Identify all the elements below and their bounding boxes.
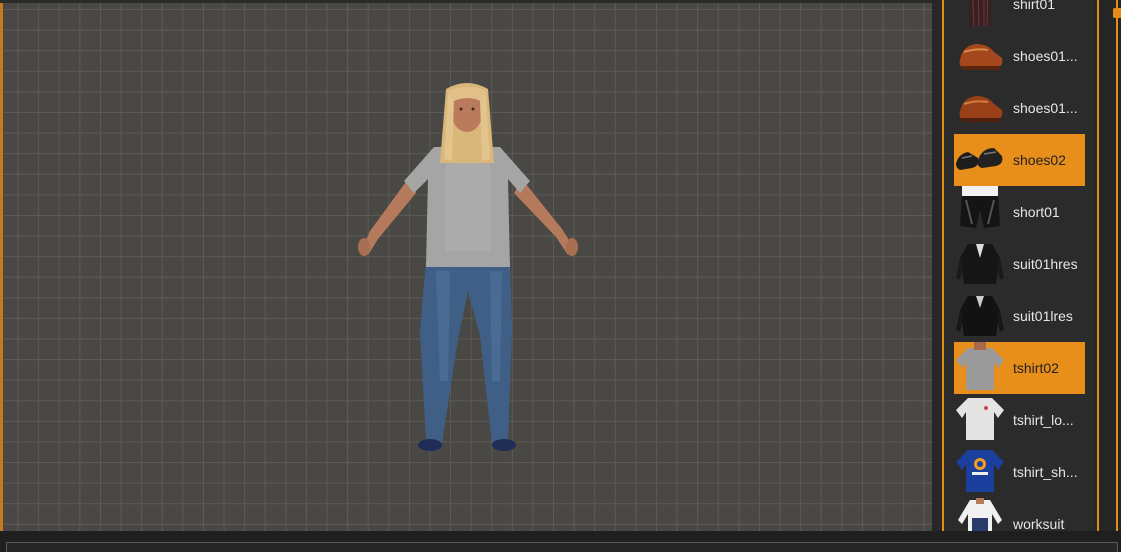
library-item-tshirt02[interactable]: tshirt02	[954, 342, 1085, 394]
library-item-suit01lres[interactable]: suit01lres	[954, 290, 1085, 342]
library-item-worksuit[interactable]: worksuit	[954, 498, 1085, 531]
clothes-library-panel[interactable]: shirt01 shoes01... shoes01... shoes02 sh…	[944, 0, 1094, 531]
scrollbar-rail	[1116, 0, 1118, 531]
white-tshirt-thumbnail-icon	[954, 394, 1006, 446]
library-item-label: shoes02	[1013, 152, 1066, 168]
library-item-suit01hres[interactable]: suit01hres	[954, 238, 1085, 290]
library-item-label: worksuit	[1013, 516, 1065, 531]
viewport-left-border	[0, 3, 3, 531]
library-item-shirt01[interactable]: shirt01	[954, 0, 1085, 30]
library-item-label: shoes01...	[1013, 100, 1078, 116]
tshirt-thumbnail-icon	[954, 342, 1006, 394]
library-item-label: tshirt_lo...	[1013, 412, 1074, 428]
brown-shoe-thumbnail-icon	[954, 30, 1006, 82]
library-item-shoes01-b[interactable]: shoes01...	[954, 82, 1085, 134]
worksuit-thumbnail-icon	[954, 498, 1006, 531]
library-item-label: suit01hres	[1013, 256, 1078, 272]
library-item-tshirt-sh[interactable]: tshirt_sh...	[954, 446, 1085, 498]
library-item-label: tshirt02	[1013, 360, 1059, 376]
library-item-label: tshirt_sh...	[1013, 464, 1078, 480]
black-shoes-thumbnail-icon	[954, 134, 1006, 186]
shorts-thumbnail-icon	[954, 186, 1006, 238]
library-item-label: shirt01	[1013, 0, 1056, 12]
library-item-shoes01-a[interactable]: shoes01...	[954, 30, 1085, 82]
library-item-label: suit01lres	[1013, 308, 1073, 324]
suit-thumbnail-icon	[954, 238, 1006, 290]
3d-viewport[interactable]	[0, 3, 932, 531]
suit-thumbnail-icon	[954, 290, 1006, 342]
brown-shoe-thumbnail-icon	[954, 82, 1006, 134]
library-item-shoes02[interactable]: shoes02	[954, 134, 1085, 186]
human-model-figure[interactable]	[350, 81, 590, 461]
library-item-label: short01	[1013, 204, 1060, 220]
scrollbar-rail	[1097, 0, 1099, 531]
library-item-label: shoes01...	[1013, 48, 1078, 64]
shirt-thumbnail-icon	[954, 0, 1006, 30]
library-scrollbar-thumb[interactable]	[1113, 8, 1121, 18]
library-item-tshirt-lo[interactable]: tshirt_lo...	[954, 394, 1085, 446]
blue-tshirt-thumbnail-icon	[954, 446, 1006, 498]
library-item-short01[interactable]: short01	[954, 186, 1085, 238]
